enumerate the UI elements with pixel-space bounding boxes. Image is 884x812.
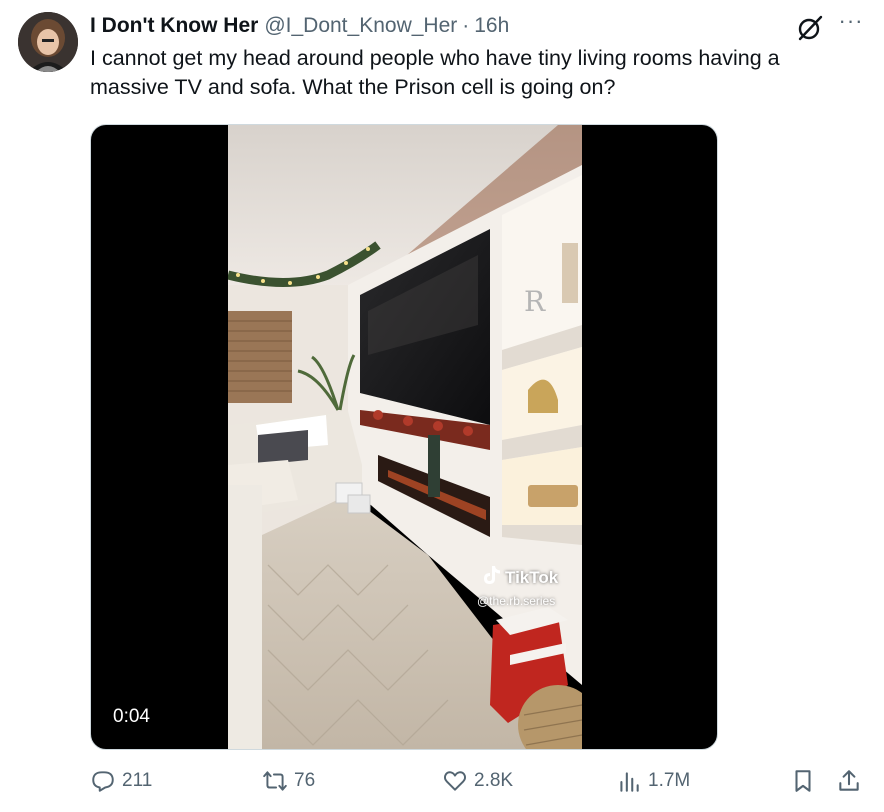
- tiktok-watermark: TikTok @the.rb.series: [477, 565, 559, 608]
- repost-button[interactable]: 76: [262, 768, 315, 794]
- tweet-time[interactable]: 16h: [474, 14, 509, 38]
- reply-button[interactable]: 211: [90, 768, 152, 794]
- video-frame: R: [228, 125, 582, 749]
- grok-icon[interactable]: [796, 14, 824, 42]
- avatar[interactable]: [18, 12, 78, 72]
- video-timestamp: 0:04: [105, 703, 158, 731]
- author-handle[interactable]: @I_Dont_Know_Her: [264, 14, 457, 38]
- watermark-user: @the.rb.series: [477, 594, 556, 608]
- share-button[interactable]: [836, 768, 862, 794]
- tweet-header: I Don't Know Her @I_Dont_Know_Her · 16h: [90, 12, 509, 40]
- share-icon: [839, 770, 859, 791]
- bookmark-icon: [795, 770, 811, 792]
- views-button[interactable]: 1.7M: [616, 768, 690, 794]
- views-icon: [620, 772, 639, 792]
- reply-count: 211: [122, 770, 153, 791]
- views-count: 1.7M: [648, 770, 691, 791]
- video-still: R: [228, 125, 582, 749]
- action-bar: 211 76 2.8K 1.7M: [0, 768, 884, 804]
- watermark-title: TikTok: [505, 567, 559, 587]
- tweet-text: I cannot get my head around people who h…: [90, 46, 780, 99]
- repost-icon: [263, 771, 287, 791]
- separator: ·: [462, 14, 470, 37]
- bookmark-button[interactable]: [790, 768, 816, 794]
- video-player[interactable]: R TikTok @the.rb.series 0:04: [90, 124, 718, 750]
- more-options-icon[interactable]: ···: [836, 10, 866, 38]
- tiktok-icon: [483, 565, 501, 590]
- author-name[interactable]: I Don't Know Her: [90, 14, 258, 38]
- reply-icon: [92, 771, 114, 792]
- avatar-image: [18, 12, 78, 72]
- shelf-letter: R: [524, 285, 546, 318]
- like-button[interactable]: 2.8K: [442, 768, 513, 794]
- like-count: 2.8K: [474, 770, 514, 791]
- like-icon: [443, 771, 467, 791]
- repost-count: 76: [294, 770, 316, 791]
